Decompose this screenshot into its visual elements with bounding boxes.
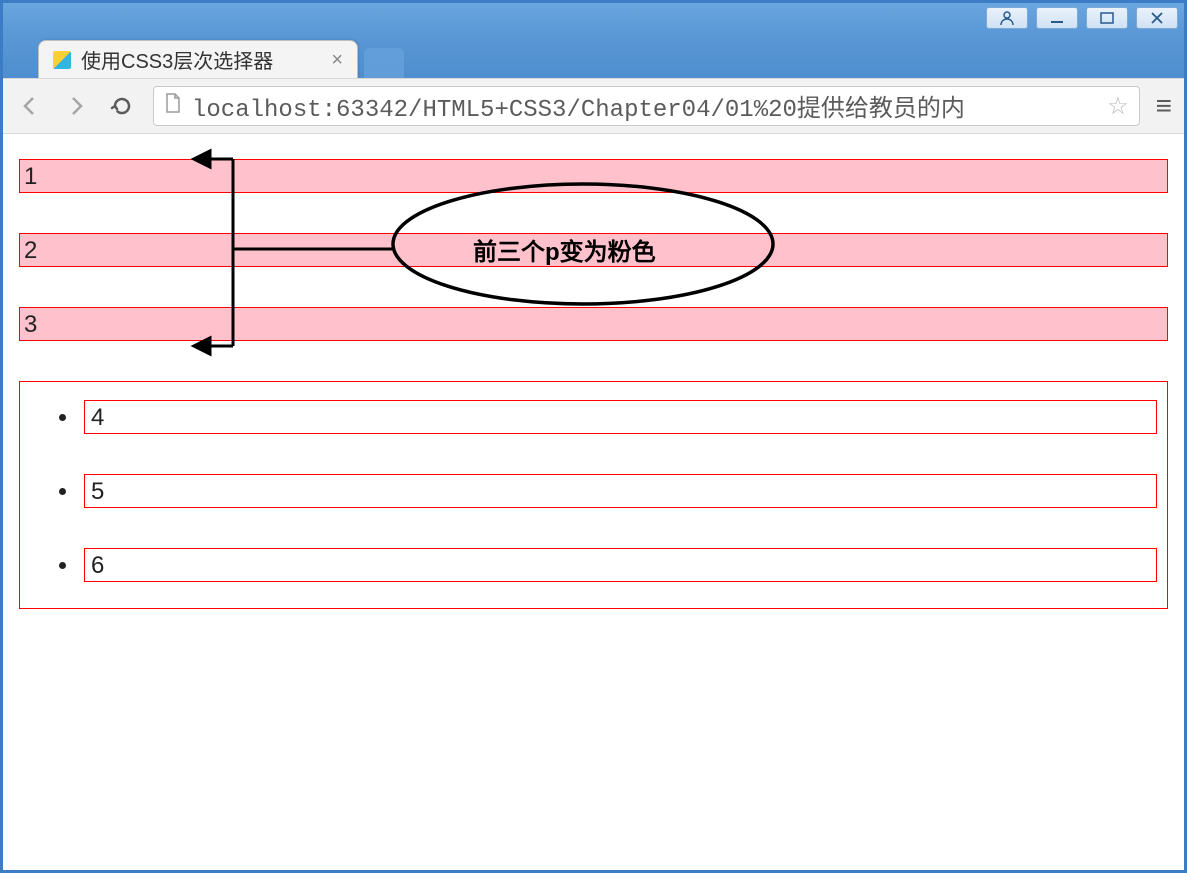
tab-favicon-icon	[53, 51, 71, 69]
list-item: 5	[80, 474, 1157, 508]
list-item-cell: 5	[84, 474, 1157, 508]
browser-window: 使用CSS3层次选择器 × localhost:63342/HTML5+CSS3…	[0, 0, 1187, 873]
address-bar[interactable]: localhost:63342/HTML5+CSS3/Chapter04/01%…	[153, 86, 1140, 126]
window-user-button[interactable]	[986, 7, 1028, 29]
page-icon	[164, 93, 182, 119]
browser-tabstrip: 使用CSS3层次选择器 ×	[3, 33, 1184, 78]
annotation-label: 前三个p变为粉色	[473, 232, 656, 267]
browser-menu-button[interactable]: ≡	[1156, 92, 1172, 120]
list-item: 4	[80, 400, 1157, 434]
page-content: 1 2 3 4 5 6	[3, 134, 1184, 870]
window-maximize-button[interactable]	[1086, 7, 1128, 29]
list-item-cell: 6	[84, 548, 1157, 582]
reload-button[interactable]	[107, 94, 137, 118]
bookmark-star-icon[interactable]: ☆	[1107, 92, 1129, 121]
url-text: localhost:63342/HTML5+CSS3/Chapter04/01%…	[192, 88, 965, 124]
list-item-cell: 4	[84, 400, 1157, 434]
pink-paragraph: 3	[19, 307, 1168, 341]
back-button[interactable]	[15, 94, 45, 118]
forward-button[interactable]	[61, 94, 91, 118]
window-close-button[interactable]	[1136, 7, 1178, 29]
tab-title: 使用CSS3层次选择器	[81, 45, 273, 74]
browser-tab-active[interactable]: 使用CSS3层次选择器 ×	[38, 40, 358, 78]
list-item: 6	[80, 548, 1157, 582]
tab-close-icon[interactable]: ×	[331, 50, 343, 70]
window-titlebar	[3, 3, 1184, 33]
list-container: 4 5 6	[19, 381, 1168, 609]
browser-toolbar: localhost:63342/HTML5+CSS3/Chapter04/01%…	[3, 78, 1184, 134]
window-minimize-button[interactable]	[1036, 7, 1078, 29]
pink-paragraph: 1	[19, 159, 1168, 193]
new-tab-button[interactable]	[364, 48, 404, 78]
